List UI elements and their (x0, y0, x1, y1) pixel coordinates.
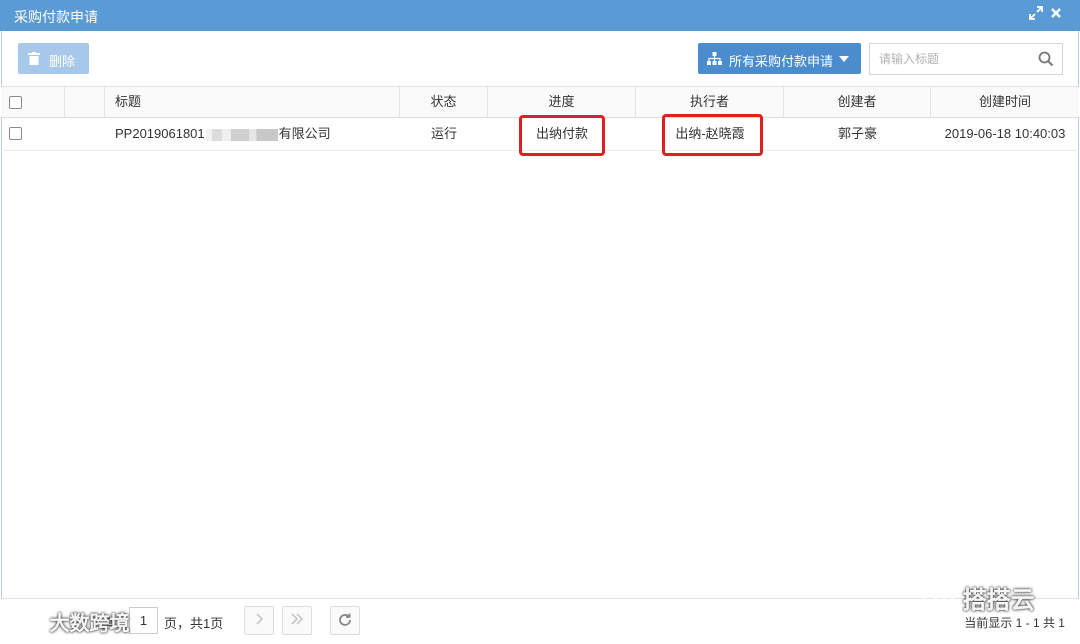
select-all-checkbox[interactable] (9, 96, 22, 109)
next-page-button[interactable] (244, 606, 274, 635)
executor-highlight-box (662, 114, 763, 156)
row-checkbox-cell (1, 118, 65, 150)
redacted-region (205, 128, 278, 141)
last-page-button[interactable] (282, 606, 312, 635)
search-box (869, 43, 1063, 75)
progress-highlight-box (519, 115, 605, 156)
header-status[interactable]: 状态 (400, 87, 488, 117)
header-checkbox-cell (1, 87, 65, 117)
watermark-right-text: 搭搭云 (962, 587, 1035, 614)
row-title-cell[interactable]: PP2019061801 有限公司 (105, 118, 400, 150)
trash-icon (28, 52, 40, 68)
refresh-button[interactable] (330, 606, 360, 635)
sitemap-icon (707, 52, 722, 68)
header-executor[interactable]: 执行者 (636, 87, 784, 117)
search-icon[interactable] (1038, 51, 1054, 70)
delete-button-label: 删除 (49, 54, 76, 69)
table-header-row: 标题 状态 进度 执行者 创建者 创建时间 (1, 86, 1079, 118)
window-title: 采购付款申请 (14, 9, 98, 25)
record-count-info: 当前显示 1 - 1 共 1 (964, 616, 1065, 630)
pager-total-pages: 页，共1页 (164, 616, 224, 631)
close-icon[interactable] (1047, 6, 1065, 24)
row-title-suffix: 有限公司 (278, 126, 331, 141)
pagination-bar: 第 1 页，共1页 当前显示 1 - 1 共 1 (1, 598, 1079, 644)
header-creator[interactable]: 创建者 (784, 87, 931, 117)
row-checkbox[interactable] (9, 127, 22, 140)
row-title-prefix: PP2019061801 (115, 126, 205, 141)
watermark-right: 搭搭云 (920, 580, 1035, 615)
delete-button[interactable]: 删除 (18, 43, 89, 74)
row-created-time: 2019-06-18 10:40:03 (944, 126, 1066, 141)
chevron-down-icon (839, 56, 849, 62)
window-titlebar: 采购付款申请 (0, 0, 1080, 31)
search-input[interactable] (870, 44, 1030, 74)
header-title[interactable]: 标题 (105, 87, 400, 117)
row-creator: 郭子豪 (837, 126, 877, 141)
filter-dropdown-label: 所有采购付款申请 (729, 54, 834, 69)
header-progress[interactable]: 进度 (488, 87, 636, 117)
header-created-time[interactable]: 创建时间 (931, 87, 1079, 117)
page-number-input[interactable]: 1 (129, 607, 158, 634)
watermark-left: 大数跨境 (10, 607, 130, 636)
watermark-left-text: 大数跨境 (49, 613, 130, 635)
maximize-icon[interactable] (1027, 6, 1045, 24)
filter-dropdown-button[interactable]: 所有采购付款申请 (698, 43, 861, 74)
header-rownum-cell (65, 87, 105, 117)
row-status: 运行 (430, 126, 457, 141)
